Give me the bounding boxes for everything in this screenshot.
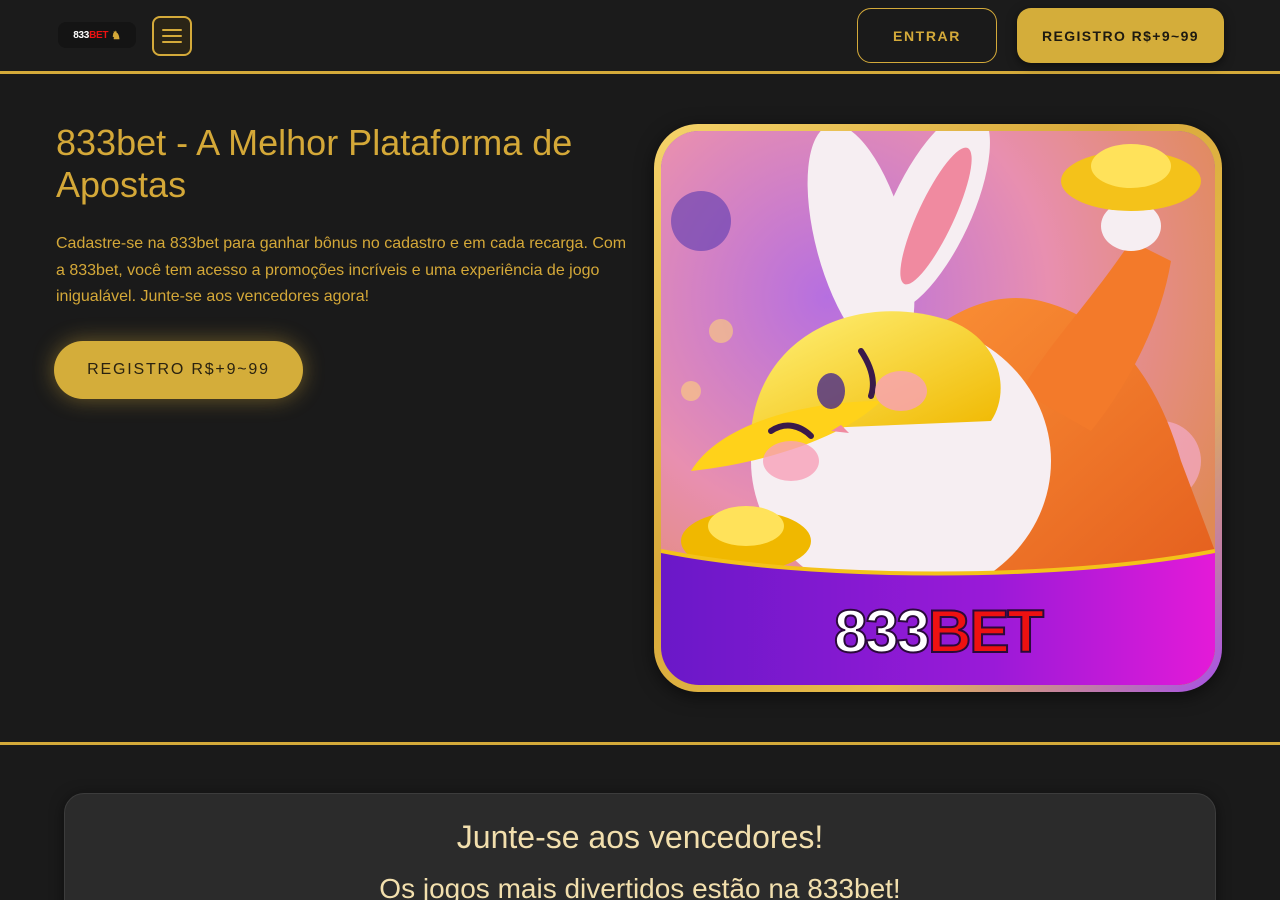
page-title: 833bet - A Melhor Plataforma de Apostas bbox=[56, 122, 573, 205]
menu-line bbox=[162, 35, 182, 37]
menu-line bbox=[162, 41, 182, 43]
game-label-number: 833 bbox=[833, 597, 931, 666]
site-header: 833 BET ♞ ENTRAR REGISTRO R$+9~99 bbox=[0, 0, 1280, 74]
register-button-hero[interactable]: REGISTRO R$+9~99 bbox=[54, 341, 303, 399]
join-panel: Junte-se aos vencedores! Os jogos mais d… bbox=[64, 793, 1216, 900]
logo-number: 833 bbox=[73, 29, 90, 41]
hero-description: Cadastre-se na 833bet para ganhar bônus … bbox=[56, 235, 627, 305]
game-promo-image[interactable]: 833BET bbox=[654, 124, 1222, 692]
menu-line bbox=[162, 29, 182, 31]
register-button-header[interactable]: REGISTRO R$+9~99 bbox=[1017, 8, 1224, 63]
hamburger-menu-icon[interactable] bbox=[152, 16, 192, 56]
join-title: Junte-se aos vencedores! bbox=[456, 819, 824, 855]
horse-rider-icon: ♞ bbox=[111, 29, 121, 42]
game-label-brand: BET bbox=[927, 597, 1045, 666]
logo-brand: BET bbox=[89, 29, 109, 41]
game-artwork: 833BET bbox=[661, 131, 1215, 685]
game-brand-label: 833BET bbox=[661, 597, 1215, 666]
login-button[interactable]: ENTRAR bbox=[857, 8, 997, 63]
logo[interactable]: 833 BET ♞ bbox=[58, 22, 136, 48]
join-subtitle: Os jogos mais divertidos estão na 833bet… bbox=[379, 873, 901, 900]
section-divider bbox=[0, 742, 1280, 745]
